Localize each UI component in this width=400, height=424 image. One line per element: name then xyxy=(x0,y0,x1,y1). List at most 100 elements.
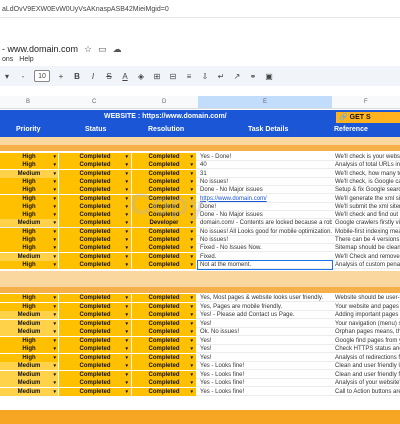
reference-cell[interactable]: We'll check is your website xyxy=(333,153,400,161)
status-cell[interactable]: Completed ▾ xyxy=(59,252,131,261)
table-row[interactable]: High ▾ Completed ▾ Completed ▾ Yes, Most pages… xyxy=(0,294,400,303)
task-details-cell[interactable]: Yes - Looks fine! xyxy=(198,388,332,396)
chevron-down-icon[interactable]: ▾ xyxy=(125,388,128,396)
table-row[interactable]: High ▾ Completed ▾ Completed ▾ Yes! Analysis of… xyxy=(0,353,400,362)
chevron-down-icon[interactable]: ▾ xyxy=(125,303,128,311)
column-e[interactable]: E xyxy=(263,99,267,105)
align-icon[interactable]: ≡ xyxy=(184,69,194,83)
chevron-down-icon[interactable]: ▾ xyxy=(53,320,56,328)
resolution-cell[interactable]: Completed ▾ xyxy=(132,302,196,311)
chevron-down-icon[interactable]: ▾ xyxy=(53,294,56,302)
status-cell[interactable]: Completed ▾ xyxy=(59,169,131,178)
task-details-cell[interactable]: Done - No Major issues xyxy=(198,186,332,194)
table-row[interactable]: High ▾ Completed ▾ Completed ▾ Yes! Google find… xyxy=(0,336,400,345)
wrap-icon[interactable]: ↵ xyxy=(216,69,226,83)
priority-cell[interactable]: Medium ▾ xyxy=(0,252,58,261)
priority-cell[interactable]: High ▾ xyxy=(0,353,58,362)
chevron-down-icon[interactable]: ▾ xyxy=(125,354,128,362)
column-c[interactable]: C xyxy=(92,99,96,105)
chevron-down-icon[interactable]: ▾ xyxy=(190,320,193,328)
chevron-down-icon[interactable]: ▾ xyxy=(190,228,193,236)
chevron-down-icon[interactable]: ▾ xyxy=(125,219,128,227)
chevron-down-icon[interactable]: ▾ xyxy=(53,228,56,236)
priority-cell[interactable]: High ▾ xyxy=(0,211,58,220)
chevron-down-icon[interactable]: ▾ xyxy=(190,388,193,396)
chevron-down-icon[interactable]: ▾ xyxy=(190,236,193,244)
text-color-button[interactable]: A xyxy=(120,69,130,83)
priority-cell[interactable]: High ▾ xyxy=(0,260,58,269)
chevron-down-icon[interactable]: ▾ xyxy=(190,261,193,269)
chevron-down-icon[interactable]: ▾ xyxy=(53,203,56,211)
chevron-down-icon[interactable]: ▾ xyxy=(125,253,128,261)
status-cell[interactable]: Completed ▾ xyxy=(59,319,131,328)
status-cell[interactable]: Completed ▾ xyxy=(59,302,131,311)
chevron-down-icon[interactable]: ▾ xyxy=(53,236,56,244)
reference-cell[interactable]: We'll check, how many to xyxy=(333,170,400,178)
font-size-input[interactable]: 10 xyxy=(34,70,50,82)
reference-cell[interactable]: Call to Action buttons are xyxy=(333,388,400,396)
status-cell[interactable]: Completed ▾ xyxy=(59,244,131,253)
chevron-down-icon[interactable]: ▾ xyxy=(190,345,193,353)
decrease-font-button[interactable]: - xyxy=(18,69,28,83)
chevron-down-icon[interactable]: ▾ xyxy=(190,311,193,319)
chevron-down-icon[interactable]: ▾ xyxy=(53,311,56,319)
chevron-down-icon[interactable]: ▾ xyxy=(125,337,128,345)
status-cell[interactable]: Completed ▾ xyxy=(59,294,131,302)
status-cell[interactable]: Completed ▾ xyxy=(59,353,131,362)
chevron-down-icon[interactable]: ▾ xyxy=(53,153,56,161)
resolution-cell[interactable]: Completed ▾ xyxy=(132,161,196,170)
chevron-down-icon[interactable]: ▾ xyxy=(190,294,193,302)
priority-cell[interactable]: Medium ▾ xyxy=(0,169,58,178)
chevron-down-icon[interactable]: ▾ xyxy=(125,320,128,328)
task-details-cell[interactable]: Yes - Done! xyxy=(198,153,332,161)
status-cell[interactable]: Completed ▾ xyxy=(59,379,131,387)
chevron-down-icon[interactable]: ▾ xyxy=(53,170,56,178)
chevron-down-icon[interactable]: ▾ xyxy=(190,170,193,178)
table-row[interactable]: Medium ▾ Completed ▾ Completed ▾ Yes! - Please… xyxy=(0,311,400,320)
chevron-down-icon[interactable]: ▾ xyxy=(53,388,56,396)
chevron-down-icon[interactable]: ▾ xyxy=(53,219,56,227)
chevron-down-icon[interactable]: ▾ xyxy=(53,354,56,362)
chevron-down-icon[interactable]: ▾ xyxy=(125,294,128,302)
task-details-cell[interactable]: Yes - Looks fine! xyxy=(198,379,332,387)
task-details-cell[interactable]: Not at the moment. xyxy=(197,259,333,270)
borders-icon[interactable]: ⊞ xyxy=(152,69,162,83)
resolution-cell[interactable]: Completed ▾ xyxy=(132,362,196,370)
chevron-down-icon[interactable]: ▾ xyxy=(53,211,56,219)
italic-button[interactable]: I xyxy=(88,69,98,83)
priority-cell[interactable]: Medium ▾ xyxy=(0,319,58,328)
star-icon[interactable]: ☆ xyxy=(84,44,92,55)
resolution-cell[interactable]: Completed ▾ xyxy=(132,345,196,353)
task-details-cell[interactable]: https://www.domain.com/ xyxy=(198,195,332,203)
task-details-cell[interactable]: Fixed. xyxy=(198,253,332,261)
table-row[interactable]: High ▾ Completed ▾ Completed ▾ No issues! There… xyxy=(0,236,400,245)
task-details-cell[interactable]: Yes - Looks fine! xyxy=(198,371,332,379)
reference-cell[interactable]: Google crawlers firstly vis xyxy=(333,219,400,227)
status-cell[interactable]: Completed ▾ xyxy=(59,260,131,269)
priority-cell[interactable]: High ▾ xyxy=(0,177,58,186)
priority-cell[interactable]: High ▾ xyxy=(0,294,58,302)
status-cell[interactable]: Completed ▾ xyxy=(59,194,131,203)
priority-cell[interactable]: High ▾ xyxy=(0,345,58,353)
table-row[interactable]: High ▾ Completed ▾ Completed ▾ Fixed - No Issu… xyxy=(0,244,400,253)
table-row[interactable]: Medium ▾ Completed ▾ Completed ▾ Yes! Your navi… xyxy=(0,319,400,328)
chevron-down-icon[interactable]: ▾ xyxy=(53,303,56,311)
chevron-down-icon[interactable]: ▾ xyxy=(125,261,128,269)
resolution-cell[interactable]: Completed ▾ xyxy=(132,169,196,178)
priority-cell[interactable]: High ▾ xyxy=(0,244,58,253)
task-details-cell[interactable]: Yes! xyxy=(198,337,332,345)
reference-cell[interactable]: Mobile-first indexing mea xyxy=(333,228,400,236)
task-details-cell[interactable]: No issues! xyxy=(198,178,332,186)
chevron-down-icon[interactable]: ▾ xyxy=(190,253,193,261)
chevron-down-icon[interactable]: ▾ xyxy=(190,244,193,252)
table-row[interactable]: Medium ▾ Completed ▾ Completed ▾ Fixed. We'll C… xyxy=(0,252,400,261)
column-f[interactable]: F xyxy=(364,99,368,105)
strikethrough-button[interactable]: S xyxy=(104,69,114,83)
chevron-down-icon[interactable]: ▾ xyxy=(125,244,128,252)
chevron-down-icon[interactable]: ▾ xyxy=(53,195,56,203)
reference-cell[interactable]: Adding important pages w xyxy=(333,311,400,319)
table-row[interactable]: High ▾ Completed ▾ Completed ▾ Yes! Check HTTPS… xyxy=(0,345,400,354)
get-started-button[interactable]: 🔗 GET S xyxy=(336,112,400,123)
comment-icon[interactable]: ▣ xyxy=(264,69,274,83)
status-cell[interactable]: Completed ▾ xyxy=(59,211,131,220)
